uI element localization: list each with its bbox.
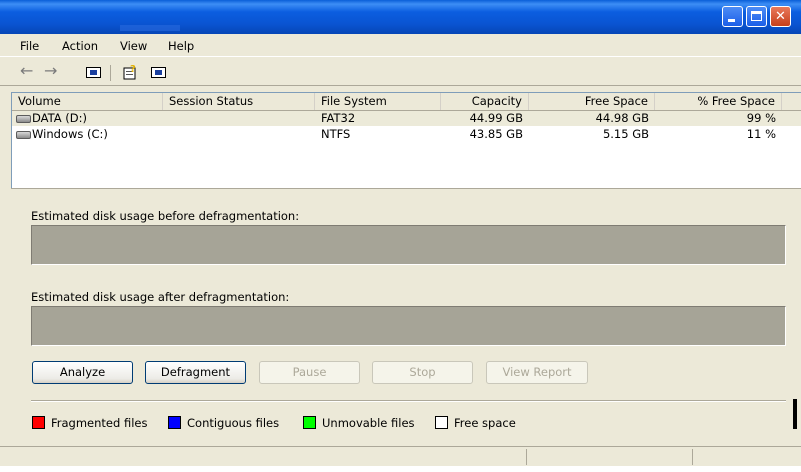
minimize-button[interactable] (722, 6, 743, 27)
close-button[interactable]: ✕ (770, 6, 791, 27)
title-bar-decoration (120, 25, 180, 31)
menu-help[interactable]: Help (168, 39, 194, 53)
minimize-icon (728, 19, 735, 22)
volume-name: Windows (C:) (32, 127, 108, 141)
capacity-cell: 43.85 GB (469, 127, 523, 141)
pause-button[interactable]: Pause (259, 361, 360, 384)
volume-list: Volume Session Status File System Capaci… (11, 92, 801, 189)
after-defrag-label: Estimated disk usage after defragmentati… (31, 290, 290, 304)
stop-button[interactable]: Stop (372, 361, 473, 384)
defragment-button[interactable]: Defragment (145, 361, 246, 384)
status-bar-divider (526, 449, 527, 465)
maximize-icon (751, 11, 762, 21)
column-file-system[interactable]: File System (315, 93, 441, 110)
volume-cell: Windows (C:) (12, 127, 163, 142)
unmovable-swatch-icon (303, 416, 316, 429)
contiguous-swatch-icon (168, 416, 181, 429)
status-bar-divider (692, 449, 693, 465)
help-icon[interactable]: ? (123, 64, 139, 80)
free-space-swatch-icon (435, 416, 448, 429)
volume-cell: DATA (D:) (12, 111, 163, 126)
session-status-cell (163, 111, 315, 126)
status-bar (0, 446, 801, 467)
legend-contiguous: Contiguous files (168, 415, 279, 431)
menu-action[interactable]: Action (62, 39, 98, 53)
percent-free-cell: 99 % (746, 111, 776, 125)
hard-drive-icon (16, 131, 31, 139)
column-capacity[interactable]: Capacity (441, 93, 529, 110)
hard-drive-icon (16, 115, 31, 123)
help-icon-graphic: ? (123, 64, 136, 80)
legend-label: Contiguous files (187, 416, 280, 430)
menu-bar: File Action View Help (0, 34, 801, 56)
session-status-cell (163, 127, 315, 142)
free-space-cell: 5.15 GB (602, 127, 649, 141)
legend-label: Free space (454, 416, 516, 430)
column-free-space[interactable]: Free Space (529, 93, 655, 110)
show-hide-console-tree-icon[interactable] (86, 67, 101, 78)
divider (31, 400, 786, 402)
legend-unmovable: Unmovable files (303, 415, 415, 431)
defrag-panel: Estimated disk usage before defragmentat… (11, 188, 801, 447)
forward-arrow-icon[interactable]: → (44, 63, 57, 80)
table-row[interactable]: Windows (C:) NTFS 43.85 GB 5.15 GB 11 % (12, 127, 801, 142)
close-icon: ✕ (775, 9, 786, 24)
free-space-cell: 44.98 GB (595, 111, 649, 125)
toolbar: ← → ? (0, 56, 801, 86)
maximize-button[interactable] (746, 6, 767, 27)
legend-fragmented: Fragmented files (32, 415, 147, 431)
analyze-button[interactable]: Analyze (32, 361, 133, 384)
edge-marker (793, 399, 797, 429)
back-arrow-icon[interactable]: ← (20, 63, 33, 80)
fragmented-swatch-icon (32, 416, 45, 429)
column-header-row: Volume Session Status File System Capaci… (12, 93, 801, 111)
title-bar[interactable]: ✕ (0, 0, 801, 34)
column-session-status[interactable]: Session Status (163, 93, 315, 110)
toolbar-separator (110, 65, 111, 81)
menu-file[interactable]: File (20, 39, 39, 53)
disk-defragmenter-window: ✕ File Action View Help ← → ? Volume Ses… (0, 0, 801, 472)
window-bottom-edge (0, 466, 801, 472)
menu-view[interactable]: View (120, 39, 147, 53)
after-defrag-usage-bar (31, 306, 786, 346)
svg-text:?: ? (130, 64, 136, 75)
percent-free-cell: 11 % (746, 127, 776, 141)
before-defrag-label: Estimated disk usage before defragmentat… (31, 209, 300, 223)
capacity-cell: 44.99 GB (469, 111, 523, 125)
view-report-button[interactable]: View Report (486, 361, 588, 384)
column-volume[interactable]: Volume (12, 93, 163, 110)
column-percent-free-space[interactable]: % Free Space (655, 93, 782, 110)
legend-label: Fragmented files (51, 416, 148, 430)
legend-label: Unmovable files (322, 416, 415, 430)
table-row[interactable]: DATA (D:) FAT32 44.99 GB 44.98 GB 99 % (12, 111, 801, 126)
show-hide-action-pane-icon[interactable] (151, 67, 166, 78)
legend-free-space: Free space (435, 415, 516, 431)
before-defrag-usage-bar (31, 225, 786, 265)
volume-name: DATA (D:) (32, 111, 87, 125)
file-system-cell: FAT32 (321, 111, 356, 125)
file-system-cell: NTFS (321, 127, 351, 141)
